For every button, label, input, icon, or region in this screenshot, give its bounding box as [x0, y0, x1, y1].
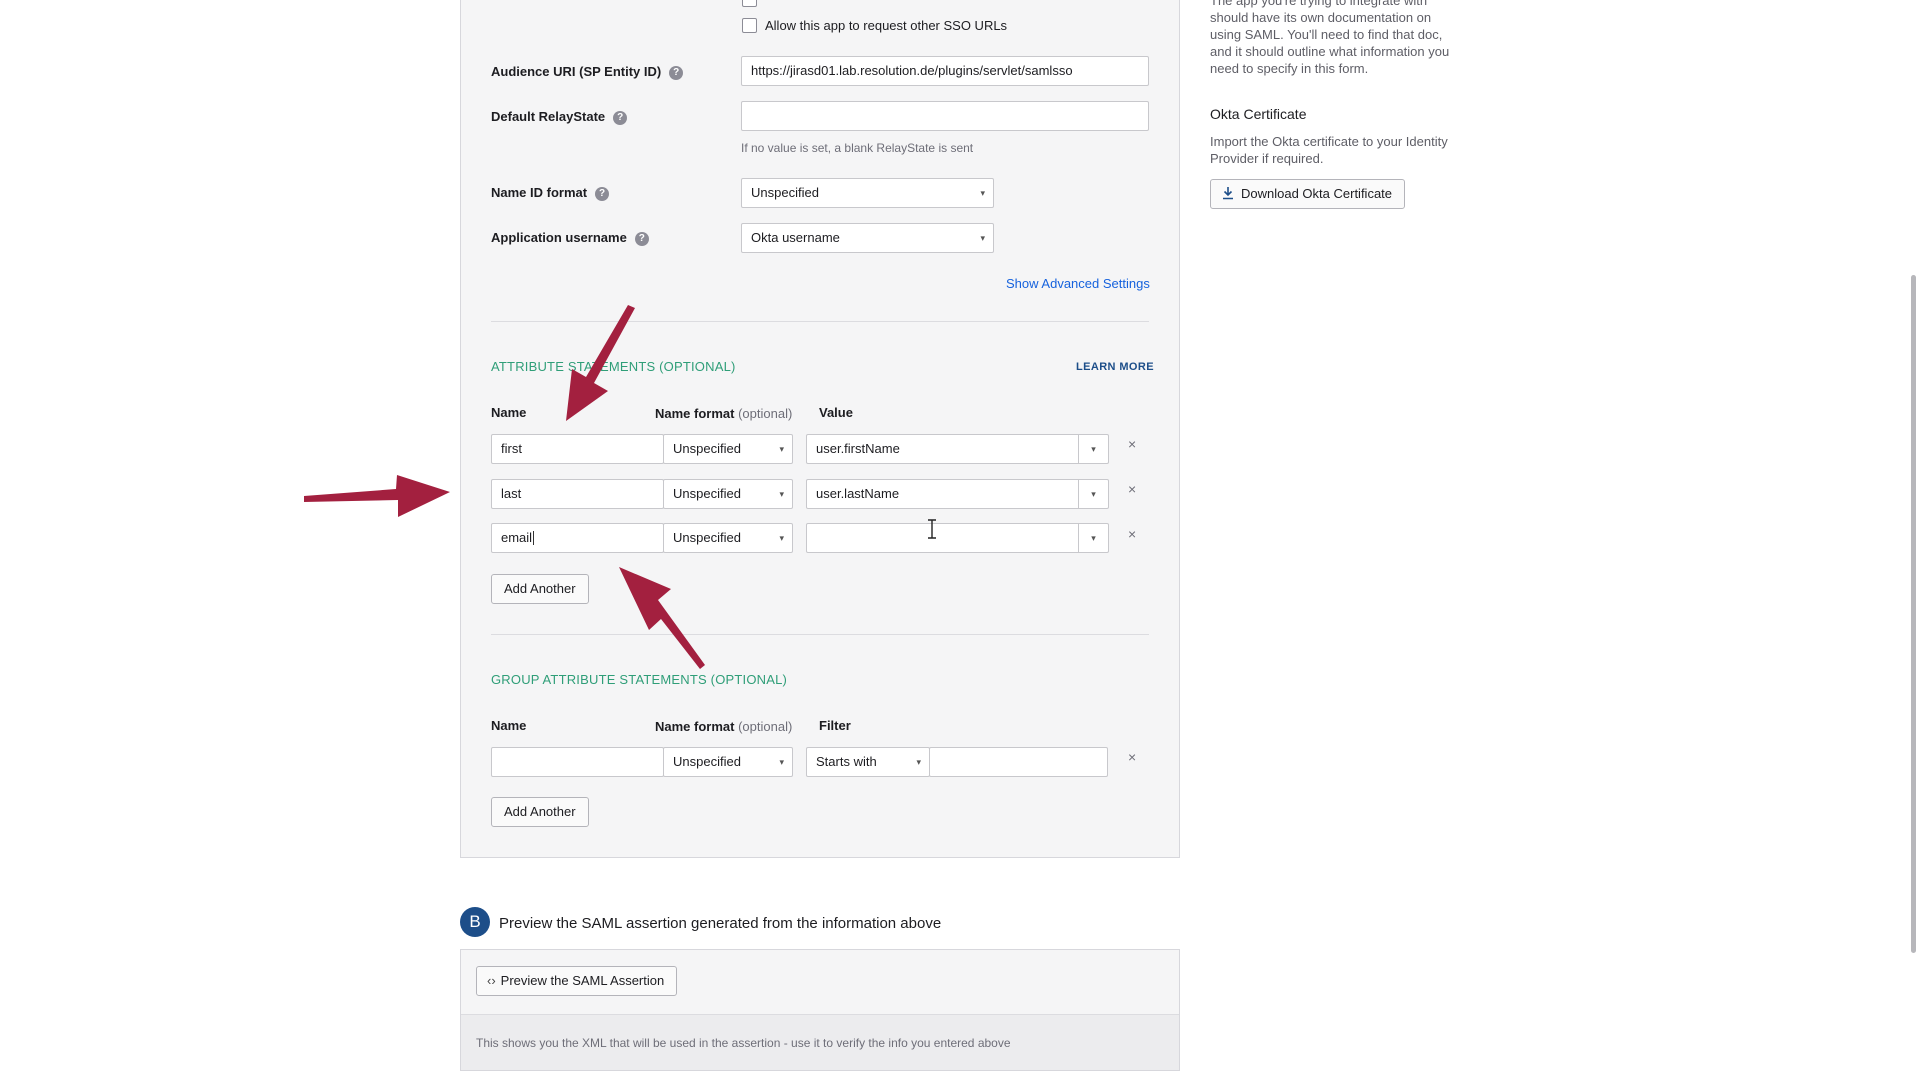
preview-footer: This shows you the XML that will be used… — [461, 1014, 1179, 1070]
remove-row-icon[interactable]: × — [1128, 436, 1136, 452]
chevron-down-icon: ▾ — [916, 757, 921, 767]
page-scrollbar[interactable] — [1911, 275, 1916, 953]
annotation-arrow-icon — [619, 567, 705, 669]
preview-saml-assertion-button[interactable]: ‹› Preview the SAML Assertion — [476, 966, 678, 996]
remove-row-icon[interactable]: × — [1128, 481, 1136, 497]
attr-format-value: Unspecified — [673, 441, 741, 456]
chevron-down-icon[interactable]: ▾ — [1078, 480, 1108, 508]
attr-col-format-optional: (optional) — [738, 406, 793, 421]
download-okta-certificate-label: Download Okta Certificate — [1241, 186, 1393, 201]
okta-certificate-title: Okta Certificate — [1210, 106, 1307, 122]
application-username-label-text: Application username — [491, 230, 627, 245]
default-relaystate-input[interactable] — [741, 101, 1149, 131]
allow-other-sso-label: Allow this app to request other SSO URLs — [765, 18, 1008, 33]
add-another-group-attribute-button[interactable]: Add Another — [491, 797, 589, 827]
attr-name-input[interactable]: last — [491, 479, 664, 509]
attr-format-value: Unspecified — [673, 486, 741, 501]
default-relaystate-label-text: Default RelayState — [491, 109, 606, 124]
chevron-down-icon: ▾ — [980, 233, 985, 243]
download-okta-certificate-button[interactable]: Download Okta Certificate — [1210, 179, 1406, 209]
attr-value-combobox[interactable]: ▾ — [806, 523, 1109, 553]
attr-col-value: Value — [819, 405, 853, 420]
attr-name-text: email — [501, 530, 533, 545]
allow-other-sso-checkbox[interactable] — [742, 18, 757, 33]
annotation-arrow-icon — [566, 305, 635, 421]
section-divider — [491, 634, 1149, 635]
preview-saml-assertion-label: Preview the SAML Assertion — [500, 973, 665, 988]
download-icon — [1223, 187, 1233, 200]
text-cursor-icon — [928, 519, 936, 539]
sidebar-intro-line: should have its own documentation on — [1210, 10, 1432, 25]
group-filter-type-select[interactable]: Starts with ▾ — [806, 747, 930, 777]
learn-more-link[interactable]: LEARN MORE — [1076, 361, 1154, 373]
okta-certificate-desc-line: Provider if required. — [1210, 151, 1324, 166]
help-icon[interactable]: ? — [613, 110, 628, 125]
group-name-input[interactable] — [491, 747, 664, 777]
name-id-format-label: Name ID format? — [491, 185, 610, 201]
group-col-format-text: Name format — [655, 719, 735, 734]
show-advanced-settings-link[interactable]: Show Advanced Settings — [1006, 276, 1150, 291]
chevron-down-icon[interactable]: ▾ — [1078, 524, 1108, 552]
sidebar-intro-line: and it should outline what information y… — [1210, 44, 1450, 59]
attr-col-format: Name format (optional) — [655, 406, 792, 421]
group-col-format: Name format (optional) — [655, 719, 792, 734]
preview-footer-text: This shows you the XML that will be used… — [476, 1036, 1011, 1050]
default-relaystate-label: Default RelayState? — [491, 109, 628, 125]
group-filter-value-input[interactable] — [929, 747, 1108, 777]
remove-row-icon[interactable]: × — [1128, 526, 1136, 542]
annotation-arrow-icon — [304, 475, 450, 517]
audience-uri-input[interactable]: https://jirasd01.lab.resolution.de/plugi… — [741, 56, 1149, 86]
attr-format-select[interactable]: Unspecified ▾ — [663, 434, 793, 464]
attr-col-format-text: Name format — [655, 406, 735, 421]
relaystate-hint: If no value is set, a blank RelayState i… — [741, 141, 974, 155]
attr-value-text: user.lastName — [816, 486, 900, 501]
group-format-value: Unspecified — [673, 754, 741, 769]
step-b-badge: B — [460, 907, 490, 937]
group-filter-type-value: Starts with — [816, 754, 877, 769]
sidebar-intro-line: using SAML. You'll need to find that doc… — [1210, 27, 1443, 42]
chevron-down-icon: ▾ — [779, 757, 784, 767]
attr-format-select[interactable]: Unspecified ▾ — [663, 479, 793, 509]
group-col-format-optional: (optional) — [738, 719, 793, 734]
add-another-attribute-button[interactable]: Add Another — [491, 574, 589, 604]
audience-uri-label: Audience URI (SP Entity ID)? — [491, 64, 684, 80]
application-username-value: Okta username — [751, 230, 840, 245]
step-b-title: Preview the SAML assertion generated fro… — [499, 915, 942, 932]
attr-value-text: user.firstName — [816, 441, 900, 456]
saml-preview-panel: ‹› Preview the SAML Assertion This shows … — [460, 949, 1180, 1071]
attr-format-value: Unspecified — [673, 530, 741, 545]
chevron-down-icon: ▾ — [779, 489, 784, 499]
sidebar-intro-line: The app you're trying to integrate with — [1210, 0, 1428, 8]
attr-name-input[interactable]: email — [491, 523, 664, 553]
application-username-label: Application username? — [491, 230, 649, 246]
chevron-down-icon: ▾ — [779, 533, 784, 543]
attr-name-input[interactable]: first — [491, 434, 664, 464]
application-username-select[interactable]: Okta username ▾ — [741, 223, 994, 253]
attr-format-select[interactable]: Unspecified ▾ — [663, 523, 793, 553]
group-col-name: Name — [491, 718, 527, 733]
attr-value-combobox[interactable]: user.firstName ▾ — [806, 434, 1109, 464]
chevron-down-icon: ▾ — [980, 188, 985, 198]
help-icon[interactable]: ? — [669, 65, 684, 80]
chevron-down-icon[interactable]: ▾ — [1078, 435, 1108, 463]
text-caret — [533, 531, 535, 545]
name-id-format-select[interactable]: Unspecified ▾ — [741, 178, 994, 208]
code-icon: ‹› — [487, 973, 496, 988]
audience-uri-label-text: Audience URI (SP Entity ID) — [491, 64, 662, 79]
help-icon[interactable]: ? — [634, 231, 649, 246]
remove-row-icon[interactable]: × — [1128, 749, 1136, 765]
group-col-filter: Filter — [819, 718, 851, 733]
attr-col-name: Name — [491, 405, 527, 420]
name-id-format-value: Unspecified — [751, 185, 819, 200]
sidebar-intro-line: need to specify in this form. — [1210, 61, 1369, 76]
okta-certificate-desc-line: Import the Okta certificate to your Iden… — [1210, 134, 1448, 149]
cut-off-checkbox[interactable] — [742, 0, 757, 7]
group-format-select[interactable]: Unspecified ▾ — [663, 747, 793, 777]
chevron-down-icon: ▾ — [779, 444, 784, 454]
name-id-format-label-text: Name ID format — [491, 185, 588, 200]
help-icon[interactable]: ? — [595, 186, 610, 201]
attr-value-combobox[interactable]: user.lastName ▾ — [806, 479, 1109, 509]
